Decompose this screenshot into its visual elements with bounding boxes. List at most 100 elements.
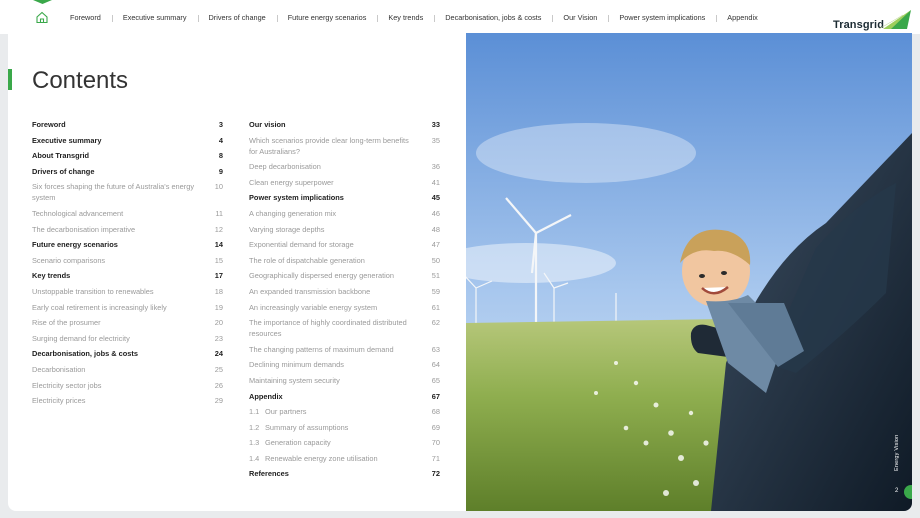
toc-subsection-entry[interactable]: Early coal retirement is increasingly li… [32, 302, 223, 313]
toc-subsection-entry[interactable]: 1.2 Summary of assumptions 69 [249, 422, 440, 433]
toc-subsection-entry[interactable]: An increasingly variable energy system 61 [249, 302, 440, 313]
toc-section-entry[interactable]: Power system implications 45 [249, 192, 440, 203]
toc-subsection-entry[interactable]: Maintaining system security 65 [249, 375, 440, 386]
toc-entry-label: Decarbonisation, jobs & costs [32, 348, 209, 359]
toc-subsection-entry[interactable]: Electricity prices 29 [32, 395, 223, 406]
nav-list: Foreword Executive summary Drivers of chan… [59, 11, 769, 23]
toc-subsection-entry[interactable]: Decarbonisation 25 [32, 364, 223, 375]
toc-subsection-entry[interactable]: 1.3 Generation capacity 70 [249, 437, 440, 448]
toc-section-entry[interactable]: Drivers of change 9 [32, 166, 223, 177]
nav-item-appendix[interactable]: Appendix [716, 13, 768, 22]
toc-subsection-entry[interactable]: 1.4 Renewable energy zone utilisation 71 [249, 453, 440, 464]
toc-entry-label: 1.1 Our partners [249, 406, 426, 417]
toc-section-entry[interactable]: Future energy scenarios 14 [32, 239, 223, 250]
toc-entry-page: 17 [214, 271, 223, 281]
toc-subsection-entry[interactable]: Which scenarios provide clear long-term … [249, 135, 440, 157]
toc-section-entry[interactable]: Key trends 17 [32, 270, 223, 281]
toc-section-entry[interactable]: Our vision 33 [249, 119, 440, 130]
toc-entry-text: Foreword [32, 120, 66, 129]
toc-subsection-entry[interactable]: The importance of highly coordinated dis… [249, 317, 440, 339]
toc-entry-label: An increasingly variable energy system [249, 302, 426, 313]
toc-entry-label: 1.3 Generation capacity [249, 437, 426, 448]
nav-item-our-vision[interactable]: Our Vision [552, 13, 608, 22]
nav-item-foreword[interactable]: Foreword [59, 13, 112, 22]
toc-subsection-entry[interactable]: A changing generation mix 46 [249, 208, 440, 219]
toc-entry-label: Exponential demand for storage [249, 239, 426, 250]
toc-entry-page: 62 [431, 318, 440, 328]
toc-entry-page: 20 [214, 318, 223, 328]
toc-entry-label: Early coal retirement is increasingly li… [32, 302, 209, 313]
toc-entry-label: The role of dispatchable generation [249, 255, 426, 266]
toc-entry-label: Power system implications [249, 192, 426, 203]
toc-subsection-entry[interactable]: Varying storage depths 48 [249, 224, 440, 235]
toc-subsection-entry[interactable]: Electricity sector jobs 26 [32, 380, 223, 391]
toc-subsection-entry[interactable]: Clean energy superpower 41 [249, 177, 440, 188]
side-label: Energy Vision [894, 434, 900, 471]
toc-entry-text: Clean energy superpower [249, 177, 334, 187]
toc-entry-page: 15 [214, 255, 223, 265]
toc-entry-text: Generation capacity [265, 438, 331, 448]
toc-entry-text: Surging demand for electricity [32, 333, 130, 343]
toc-entry-label: Unstoppable transition to renewables [32, 286, 209, 297]
home-icon[interactable] [35, 10, 49, 24]
toc-entry-label: About Transgrid [32, 150, 209, 161]
toc-entry-label: Declining minimum demands [249, 359, 426, 370]
nav-item-future-energy-scenarios[interactable]: Future energy scenarios [276, 13, 378, 22]
toc-subsection-entry[interactable]: Unstoppable transition to renewables 18 [32, 286, 223, 297]
toc-entry-page: 72 [431, 469, 440, 479]
toc-subsection-entry[interactable]: Scenario comparisons 15 [32, 255, 223, 266]
toc-section-entry[interactable]: Foreword 3 [32, 119, 223, 130]
toc-section-entry[interactable]: References 72 [249, 468, 440, 479]
toc-subsection-entry[interactable]: Technological advancement 11 [32, 208, 223, 219]
toc-subsection-entry[interactable]: The changing patterns of maximum demand 6… [249, 344, 440, 355]
toc-subsection-entry[interactable]: Declining minimum demands 64 [249, 359, 440, 370]
toc-entry-label: Six forces shaping the future of Austral… [32, 181, 209, 203]
nav-item-decarbonisation-jobs-costs[interactable]: Decarbonisation, jobs & costs [434, 13, 552, 22]
top-navigation: Foreword Executive summary Drivers of chan… [0, 0, 920, 34]
toc-section-entry[interactable]: Decarbonisation, jobs & costs 24 [32, 348, 223, 359]
active-tab-indicator [33, 0, 52, 4]
toc-subsection-entry[interactable]: Geographically dispersed energy generati… [249, 270, 440, 281]
toc-entry-label: Maintaining system security [249, 375, 426, 386]
toc-entry-page: 67 [431, 391, 440, 401]
toc-section-entry[interactable]: About Transgrid 8 [32, 150, 223, 161]
toc-entry-page: 25 [214, 364, 223, 374]
toc-section-entry[interactable]: Executive summary 4 [32, 135, 223, 146]
toc-entry-label: The changing patterns of maximum demand [249, 344, 426, 355]
toc-entry-text: Declining minimum demands [249, 360, 344, 370]
toc-entry-text: Drivers of change [32, 166, 95, 176]
toc-entry-page: 47 [431, 240, 440, 250]
nav-item-key-trends[interactable]: Key trends [377, 13, 434, 22]
toc-entry-text: Renewable energy zone utilisation [265, 453, 378, 463]
toc-section-entry[interactable]: Appendix 67 [249, 391, 440, 402]
toc-entry-label: Drivers of change [32, 166, 209, 177]
toc-subsection-entry[interactable]: The decarbonisation imperative 12 [32, 224, 223, 235]
toc-entry-label: Which scenarios provide clear long-term … [249, 135, 426, 157]
toc-subsection-entry[interactable]: Exponential demand for storage 47 [249, 239, 440, 250]
toc-subsection-entry[interactable]: An expanded transmission backbone 59 [249, 286, 440, 297]
toc-entry-label: The decarbonisation imperative [32, 224, 209, 235]
toc-entry-label: Decarbonisation [32, 364, 209, 375]
nav-item-drivers-of-change[interactable]: Drivers of change [197, 13, 277, 22]
toc-entry-number: 1.4 [249, 453, 260, 463]
toc-entry-text: An expanded transmission backbone [249, 286, 371, 296]
transgrid-logo[interactable]: Transgrid [833, 9, 913, 33]
logo-mark-icon [878, 10, 911, 30]
toc-entry-label: Geographically dispersed energy generati… [249, 270, 426, 281]
toc-subsection-entry[interactable]: Surging demand for electricity 23 [32, 333, 223, 344]
toc-entry-text: Deep decarbonisation [249, 162, 321, 172]
toc-subsection-entry[interactable]: Six forces shaping the future of Austral… [32, 181, 223, 203]
toc-subsection-entry[interactable]: 1.1 Our partners 68 [249, 406, 440, 417]
nav-item-executive-summary[interactable]: Executive summary [111, 13, 198, 22]
toc-entry-text: Technological advancement [32, 208, 124, 218]
toc-entry-text: Unstoppable transition to renewables [32, 286, 154, 296]
toc-subsection-entry[interactable]: The role of dispatchable generation 50 [249, 255, 440, 266]
toc-entry-label: Surging demand for electricity [32, 333, 209, 344]
toc-entry-page: 23 [214, 333, 223, 343]
toc-entry-text: The importance of highly coordinated dis… [249, 318, 407, 339]
toc-subsection-entry[interactable]: Rise of the prosumer 20 [32, 317, 223, 328]
toc-entry-label: Foreword [32, 119, 209, 130]
nav-item-power-system-implications[interactable]: Power system implications [608, 13, 716, 22]
toc-entry-page: 18 [214, 286, 223, 296]
toc-subsection-entry[interactable]: Deep decarbonisation 36 [249, 161, 440, 172]
